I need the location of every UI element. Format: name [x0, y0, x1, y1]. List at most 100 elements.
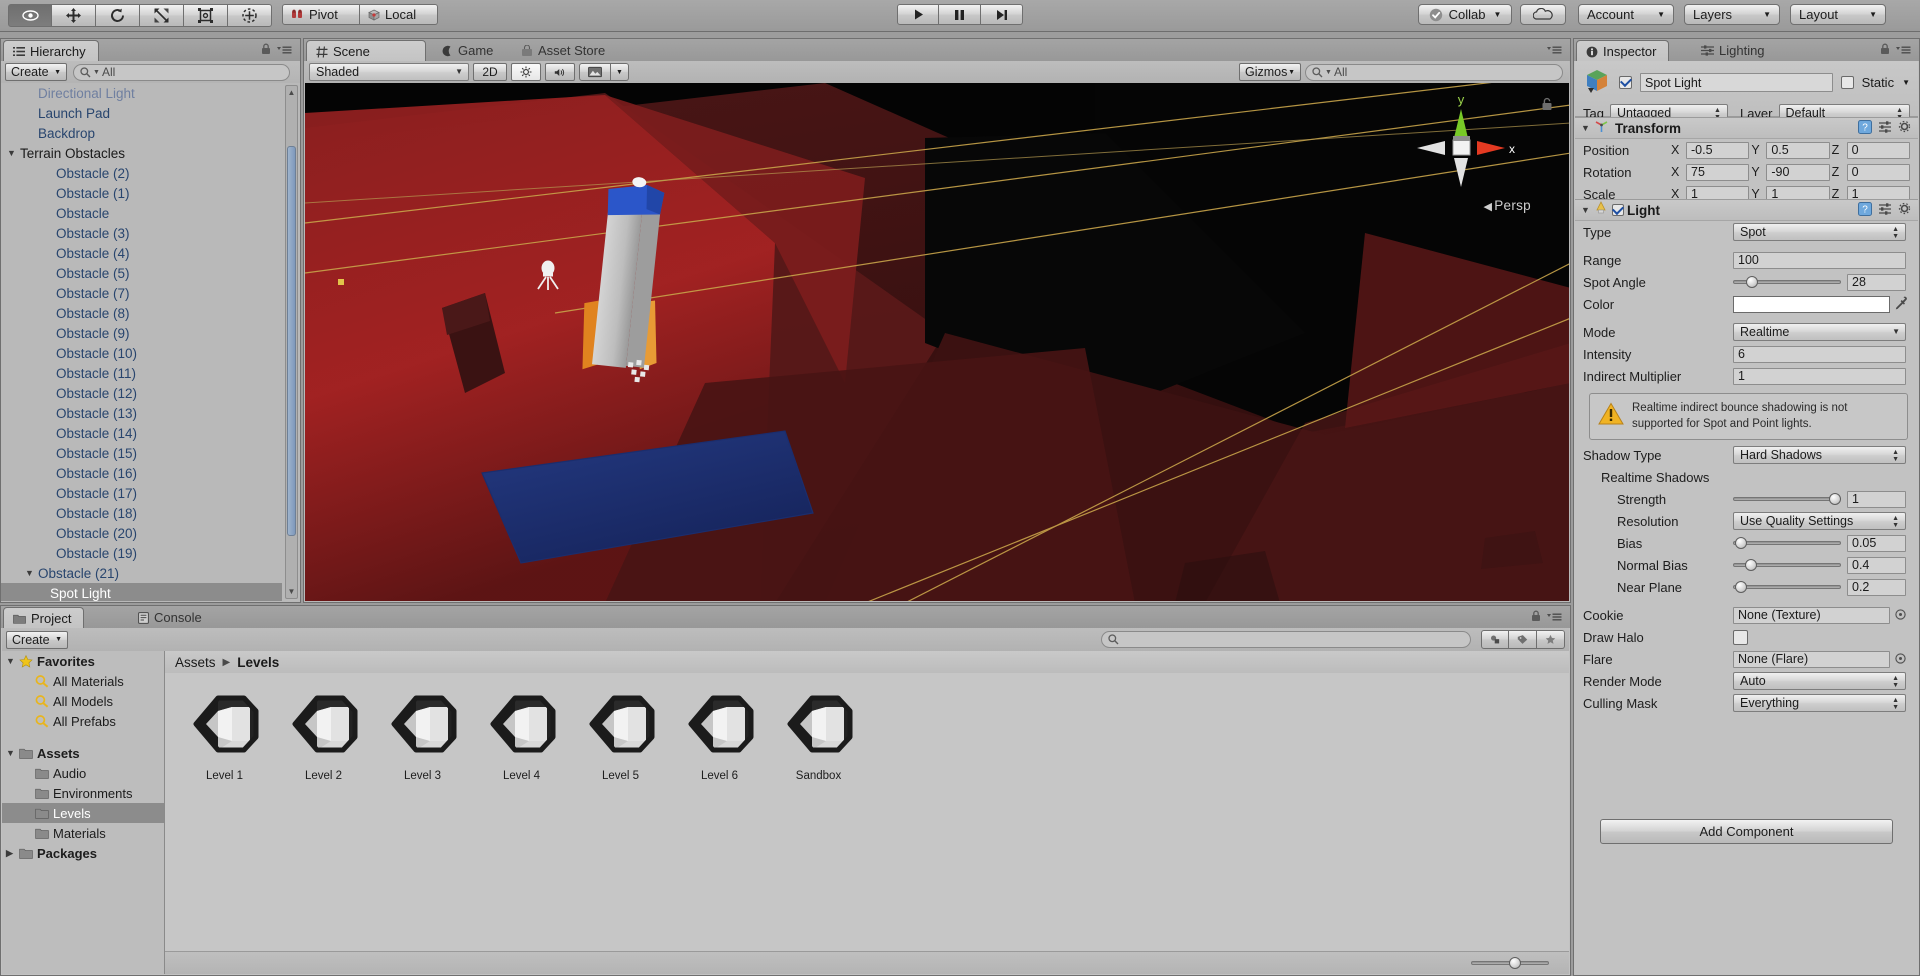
light-culling-mask-dropdown[interactable]: Everything ▲ ▼ [1733, 694, 1906, 713]
project-tree-item[interactable]: All Prefabs [2, 711, 164, 731]
hierarchy-item[interactable]: Obstacle (17) [1, 483, 282, 503]
tab-scene[interactable]: Scene [306, 40, 426, 62]
hierarchy-scrollbar[interactable]: ▲ ▼ [285, 85, 298, 599]
layers-button[interactable]: Layers ▼ [1684, 4, 1780, 25]
scene-audio-toggle[interactable] [545, 63, 575, 81]
scene-panel-menu[interactable] [1547, 43, 1562, 58]
shadow-resolution-dropdown[interactable]: Use Quality Settings ▲ ▼ [1733, 512, 1906, 531]
tab-lighting[interactable]: Lighting [1692, 40, 1777, 61]
project-tree-item[interactable]: All Models [2, 691, 164, 711]
help-icon[interactable]: ? [1858, 201, 1872, 219]
chevron-down-icon[interactable]: ▼ [1902, 78, 1910, 87]
lock-icon[interactable] [261, 43, 271, 58]
local-toggle-button[interactable]: Local [360, 4, 438, 25]
hierarchy-item[interactable]: Obstacle (19) [1, 543, 282, 563]
hierarchy-item[interactable]: Obstacle (11) [1, 363, 282, 383]
breadcrumb-assets[interactable]: Assets [175, 655, 216, 670]
shadow-normal-bias-input[interactable]: 0.4 [1847, 556, 1906, 574]
inspector-panel-menu[interactable] [1880, 43, 1911, 58]
hierarchy-item[interactable]: Launch Pad [1, 103, 282, 123]
asset-item[interactable]: Level 5 [571, 687, 670, 782]
hierarchy-item[interactable]: Obstacle (10) [1, 343, 282, 363]
hierarchy-item[interactable]: Obstacle (1) [1, 183, 282, 203]
hierarchy-search-input[interactable]: ▼ All [73, 63, 290, 81]
foldout-icon[interactable]: ▼ [1581, 123, 1594, 133]
shadow-strength-input[interactable]: 1 [1847, 490, 1906, 508]
rect-tool-button[interactable] [184, 4, 228, 27]
step-button[interactable] [981, 4, 1023, 25]
light-color-swatch[interactable] [1733, 295, 1890, 313]
gear-icon[interactable] [1898, 202, 1912, 219]
transform-position-x-input[interactable]: -0.5 [1686, 141, 1750, 159]
breadcrumb-levels[interactable]: Levels [237, 655, 279, 670]
filter-label-button[interactable] [1509, 630, 1537, 649]
scene-fx-toggle[interactable] [579, 63, 611, 81]
hierarchy-item[interactable]: Obstacle (18) [1, 503, 282, 523]
preset-icon[interactable] [1878, 202, 1892, 219]
hierarchy-item[interactable]: Spot Light [1, 583, 282, 601]
project-zoom-slider[interactable] [1471, 956, 1549, 970]
account-button[interactable]: Account ▼ [1578, 4, 1674, 25]
tab-inspector[interactable]: Inspector [1576, 40, 1670, 62]
scroll-down-icon[interactable]: ▼ [286, 585, 297, 598]
scene-lighting-toggle[interactable] [511, 63, 541, 81]
foldout-icon[interactable]: ▼ [6, 656, 19, 666]
light-draw-halo-checkbox[interactable] [1733, 629, 1748, 645]
filter-favorite-button[interactable] [1537, 630, 1565, 649]
hierarchy-item[interactable]: ▼ Obstacle (21) [1, 563, 282, 583]
panel-menu-icon[interactable] [277, 43, 292, 58]
shadow-bias-slider[interactable] [1733, 536, 1841, 550]
static-checkbox[interactable] [1840, 76, 1854, 89]
hierarchy-item[interactable]: Obstacle (13) [1, 403, 282, 423]
scene-draw-mode-dropdown[interactable]: Shaded ▼ [309, 63, 469, 81]
scene-gizmos-button[interactable]: Gizmos ▼ [1239, 63, 1301, 81]
panel-menu-icon[interactable] [1547, 43, 1562, 58]
scene-2d-toggle[interactable]: 2D [473, 63, 507, 81]
scale-tool-button[interactable] [140, 4, 184, 27]
hierarchy-item[interactable]: Obstacle (2) [1, 163, 282, 183]
foldout-icon[interactable]: ▼ [1581, 205, 1594, 215]
light-component-header[interactable]: ▼ Light ? [1575, 199, 1918, 221]
scene-search-input[interactable]: ▼ All [1305, 63, 1563, 81]
lock-icon[interactable] [1880, 43, 1890, 58]
hierarchy-item[interactable]: Obstacle (3) [1, 223, 282, 243]
scene-lock-icon[interactable] [1541, 97, 1553, 114]
gameobject-enabled-checkbox[interactable] [1619, 76, 1632, 89]
hierarchy-item[interactable]: Obstacle (8) [1, 303, 282, 323]
object-picker-icon[interactable] [1895, 608, 1906, 623]
panel-menu-icon[interactable] [1896, 43, 1911, 58]
transform-rotation-z-input[interactable]: 0 [1846, 163, 1910, 181]
project-asset-grid[interactable]: Level 1 Level 2 Level 3 Level 4 Level 5 … [165, 673, 1569, 951]
gear-icon[interactable] [1898, 120, 1912, 137]
scene-projection-label[interactable]: ◀ Persp [1483, 198, 1531, 213]
play-button[interactable] [897, 4, 939, 25]
transform-position-y-input[interactable]: 0.5 [1766, 141, 1830, 159]
collab-button[interactable]: Collab ▼ [1418, 4, 1512, 25]
asset-item[interactable]: Level 2 [274, 687, 373, 782]
shadow-near-plane-slider[interactable] [1733, 580, 1841, 594]
project-create-button[interactable]: Create ▼ [6, 630, 68, 649]
help-icon[interactable]: ? [1858, 119, 1872, 137]
asset-item[interactable]: Level 4 [472, 687, 571, 782]
asset-item[interactable]: Level 3 [373, 687, 472, 782]
asset-item[interactable]: Level 6 [670, 687, 769, 782]
project-tree-item[interactable]: ▶ Packages [2, 843, 164, 863]
shadow-strength-slider[interactable] [1733, 492, 1841, 506]
tab-game[interactable]: Game [432, 40, 505, 61]
light-cookie-objectfield[interactable]: None (Texture) [1733, 606, 1890, 624]
project-tree-item[interactable]: Levels [2, 803, 164, 823]
project-tree-item[interactable]: Audio [2, 763, 164, 783]
light-flare-objectfield[interactable]: None (Flare) [1733, 650, 1890, 668]
hierarchy-scroll-thumb[interactable] [287, 146, 296, 536]
light-spot-angle-input[interactable]: 28 [1847, 273, 1906, 291]
hierarchy-item[interactable]: Obstacle (9) [1, 323, 282, 343]
hierarchy-panel-menu[interactable] [261, 43, 292, 58]
shadow-bias-input[interactable]: 0.05 [1847, 534, 1906, 552]
hierarchy-item[interactable]: Obstacle (20) [1, 523, 282, 543]
transform-tool-button[interactable] [228, 4, 272, 27]
light-spot-angle-slider[interactable] [1733, 275, 1841, 289]
hierarchy-item[interactable]: Obstacle (4) [1, 243, 282, 263]
hierarchy-item[interactable]: Obstacle (16) [1, 463, 282, 483]
project-tree[interactable]: ▼ Favorites All Materials All Models All Pre… [2, 651, 165, 974]
cloud-button[interactable] [1520, 4, 1566, 25]
